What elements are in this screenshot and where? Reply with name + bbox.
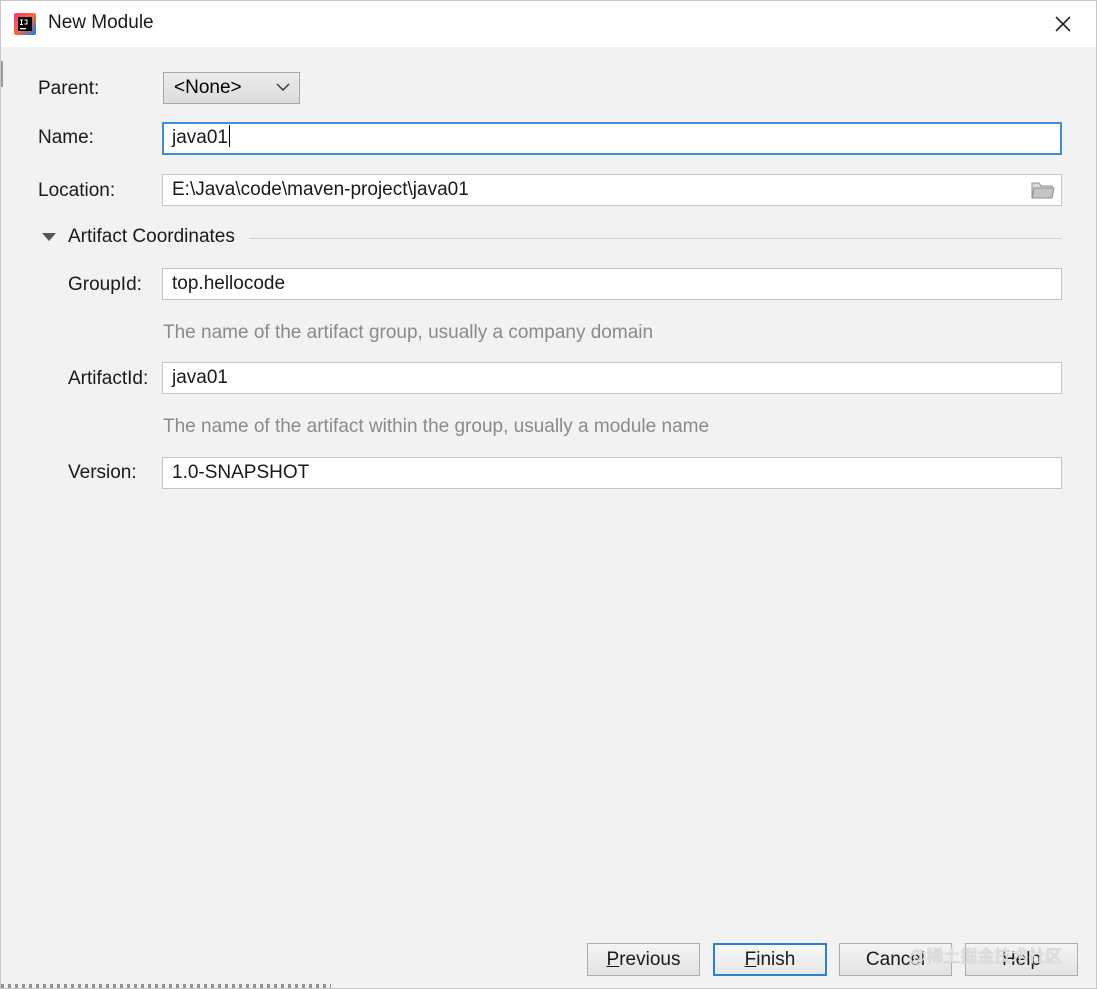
groupid-input[interactable]: top.hellocode [162,268,1062,300]
parent-label: Parent: [38,78,100,99]
help-button[interactable]: Help [965,943,1078,976]
version-label: Version: [68,462,137,483]
dialog-title: New Module [48,12,154,33]
version-input-value: 1.0-SNAPSHOT [172,462,310,483]
section-divider [249,238,1061,239]
previous-mnemonic: P [606,949,620,970]
artifactid-hint: The name of the artifact within the grou… [163,416,710,437]
groupid-hint: The name of the artifact group, usually … [163,322,654,343]
artifactid-input[interactable]: java01 [162,362,1062,394]
name-input[interactable]: java01 [162,122,1062,155]
intellij-idea-icon [14,13,36,35]
artifactid-input-value: java01 [172,367,228,388]
location-label: Location: [38,180,116,201]
name-label: Name: [38,127,94,148]
location-input[interactable]: E:\Java\code\maven-project\java01 [162,174,1062,206]
chevron-down-icon [276,83,290,91]
finish-label: inish [756,949,796,970]
finish-button[interactable]: Finish [713,943,827,976]
close-icon[interactable] [1047,9,1079,39]
location-input-value: E:\Java\code\maven-project\java01 [172,179,469,200]
collapse-triangle-icon[interactable] [42,232,56,242]
artifact-coordinates-title[interactable]: Artifact Coordinates [68,226,235,248]
finish-mnemonic: F [744,949,757,970]
text-caret [229,125,230,147]
artifactid-label: ArtifactId: [68,368,149,389]
cancel-button[interactable]: Cancel [839,943,952,976]
parent-dropdown-value: <None> [174,77,242,98]
folder-icon[interactable] [1031,180,1055,200]
previous-label: revious [619,949,681,970]
title-bar: New Module [1,1,1096,47]
new-module-dialog: New Module Parent: <None> Name: java01 L… [0,0,1097,989]
window-edge-marker [1,61,3,87]
name-input-value: java01 [172,127,228,148]
previous-button[interactable]: Previous [587,943,700,976]
version-input[interactable]: 1.0-SNAPSHOT [162,457,1062,489]
parent-dropdown[interactable]: <None> [163,72,300,104]
groupid-input-value: top.hellocode [172,273,286,294]
groupid-label: GroupId: [68,274,142,295]
bottom-edge-artifact [1,984,331,988]
